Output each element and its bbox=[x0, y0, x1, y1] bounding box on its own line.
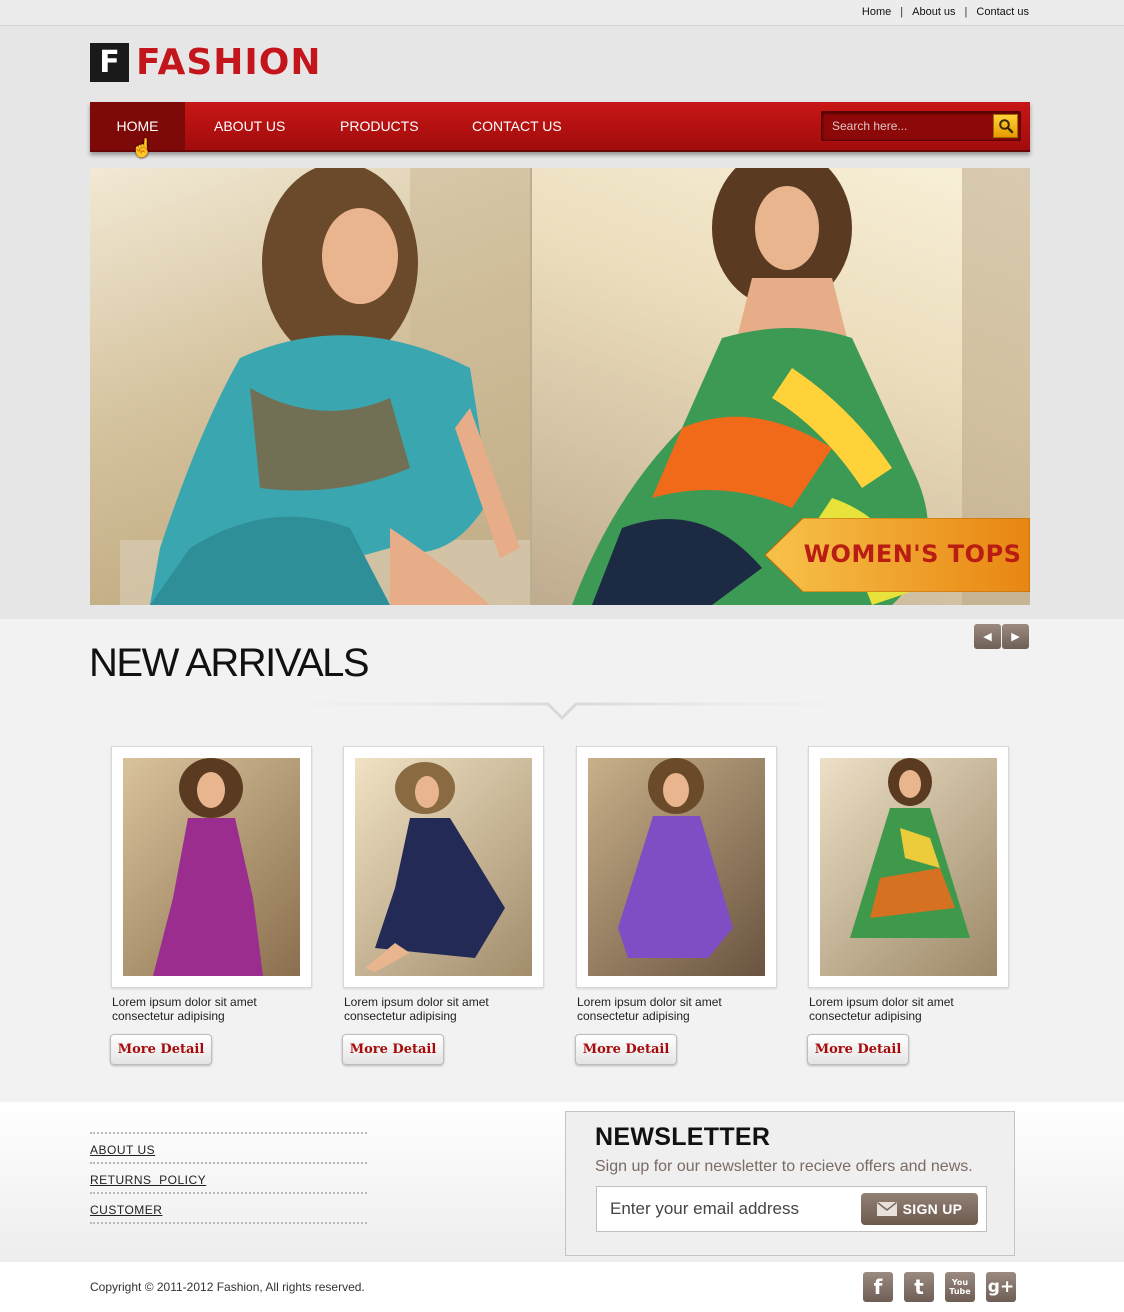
hero-banner[interactable]: WOMEN'S TOPS bbox=[90, 168, 1030, 605]
product-image bbox=[618, 758, 733, 958]
hero-photo-left bbox=[90, 168, 540, 605]
more-detail-button[interactable]: More Detail bbox=[807, 1034, 909, 1065]
product-image bbox=[153, 758, 263, 976]
envelope-icon bbox=[876, 1202, 897, 1216]
product-description: Lorem ipsum dolor sit amet consectetur a… bbox=[344, 995, 489, 1023]
newsletter-form: SIGN UP bbox=[596, 1186, 987, 1232]
email-field[interactable] bbox=[597, 1187, 852, 1231]
top-link-about[interactable]: About us bbox=[912, 6, 955, 18]
more-detail-button[interactable]: More Detail bbox=[575, 1034, 677, 1065]
separator: | bbox=[900, 6, 904, 18]
product-card[interactable] bbox=[111, 746, 312, 988]
copyright-text: Copyright © 2011-2012 Fashion, All right… bbox=[90, 1280, 365, 1294]
product-photo[interactable] bbox=[588, 758, 765, 976]
product-card[interactable] bbox=[343, 746, 544, 988]
product-description: Lorem ipsum dolor sit amet consectetur a… bbox=[112, 995, 257, 1023]
pointer-cursor-icon: ☝ bbox=[131, 138, 154, 158]
search-input[interactable] bbox=[822, 112, 992, 140]
footer-link-returns[interactable]: RETURNS POLICY bbox=[90, 1162, 367, 1192]
search-button[interactable] bbox=[993, 114, 1018, 138]
more-detail-button[interactable]: More Detail bbox=[342, 1034, 444, 1065]
model-illustration bbox=[120, 168, 540, 605]
newsletter-title: NEWSLETTER bbox=[595, 1123, 771, 1151]
section-divider bbox=[120, 702, 1015, 721]
product-card[interactable] bbox=[808, 746, 1009, 988]
nav-item-about[interactable]: ABOUT US bbox=[214, 102, 285, 150]
google-plus-icon[interactable]: g+ bbox=[986, 1272, 1016, 1302]
product-photo[interactable] bbox=[123, 758, 300, 976]
search-box bbox=[821, 111, 1021, 141]
separator: | bbox=[964, 6, 968, 18]
site-logo[interactable]: F FASHION bbox=[90, 43, 322, 82]
twitter-glyph: t bbox=[914, 1275, 924, 1299]
google-plus-glyph: g+ bbox=[987, 1277, 1015, 1297]
more-detail-button[interactable]: More Detail bbox=[110, 1034, 212, 1065]
product-card[interactable] bbox=[576, 746, 777, 988]
footer-link-customer[interactable]: CUSTOMER bbox=[90, 1192, 367, 1222]
top-bar: Home | About us | Contact us bbox=[0, 0, 1124, 26]
top-link-contact[interactable]: Contact us bbox=[976, 6, 1029, 18]
search-icon bbox=[998, 119, 1013, 134]
footer-link-about[interactable]: ABOUT US bbox=[90, 1132, 367, 1162]
logo-mark: F bbox=[90, 43, 129, 82]
hero-badge-text: WOMEN'S TOPS bbox=[803, 540, 1022, 568]
youtube-glyph: You Tube bbox=[949, 1278, 971, 1296]
sign-up-button[interactable]: SIGN UP bbox=[861, 1193, 978, 1225]
nav-item-contact[interactable]: CONTACT US bbox=[472, 102, 562, 150]
dress-shape bbox=[375, 818, 505, 958]
footer-links: ABOUT US RETURNS POLICY CUSTOMER bbox=[90, 1132, 367, 1224]
dress-shape bbox=[618, 816, 733, 958]
top-links: Home | About us | Contact us bbox=[862, 6, 1029, 18]
facebook-icon[interactable]: f bbox=[863, 1272, 893, 1302]
nav-item-products[interactable]: PRODUCTS bbox=[340, 102, 419, 150]
newsletter-box: NEWSLETTER Sign up for our newsletter to… bbox=[565, 1111, 1015, 1256]
product-description: Lorem ipsum dolor sit amet consectetur a… bbox=[809, 995, 954, 1023]
product-description: Lorem ipsum dolor sit amet consectetur a… bbox=[577, 995, 722, 1023]
newsletter-subtitle: Sign up for our newsletter to recieve of… bbox=[595, 1158, 973, 1175]
main-nav: HOME ABOUT US PRODUCTS CONTACT US bbox=[90, 102, 1030, 152]
sign-up-label: SIGN UP bbox=[902, 1201, 963, 1217]
carousel-controls: ◀ ▶ bbox=[974, 624, 1029, 649]
next-arrow-icon[interactable]: ▶ bbox=[1002, 624, 1029, 649]
dress-shape bbox=[153, 818, 263, 976]
product-photo[interactable] bbox=[820, 758, 997, 976]
product-image bbox=[850, 758, 970, 938]
product-photo[interactable] bbox=[355, 758, 532, 976]
top-link-home[interactable]: Home bbox=[862, 6, 891, 18]
twitter-icon[interactable]: t bbox=[904, 1272, 934, 1302]
product-image bbox=[365, 762, 505, 972]
prev-arrow-icon[interactable]: ◀ bbox=[974, 624, 1001, 649]
youtube-icon[interactable]: You Tube bbox=[945, 1272, 975, 1302]
section-title: NEW ARRIVALS bbox=[89, 641, 370, 685]
facebook-glyph: f bbox=[873, 1275, 883, 1299]
logo-text: FASHION bbox=[136, 42, 322, 83]
